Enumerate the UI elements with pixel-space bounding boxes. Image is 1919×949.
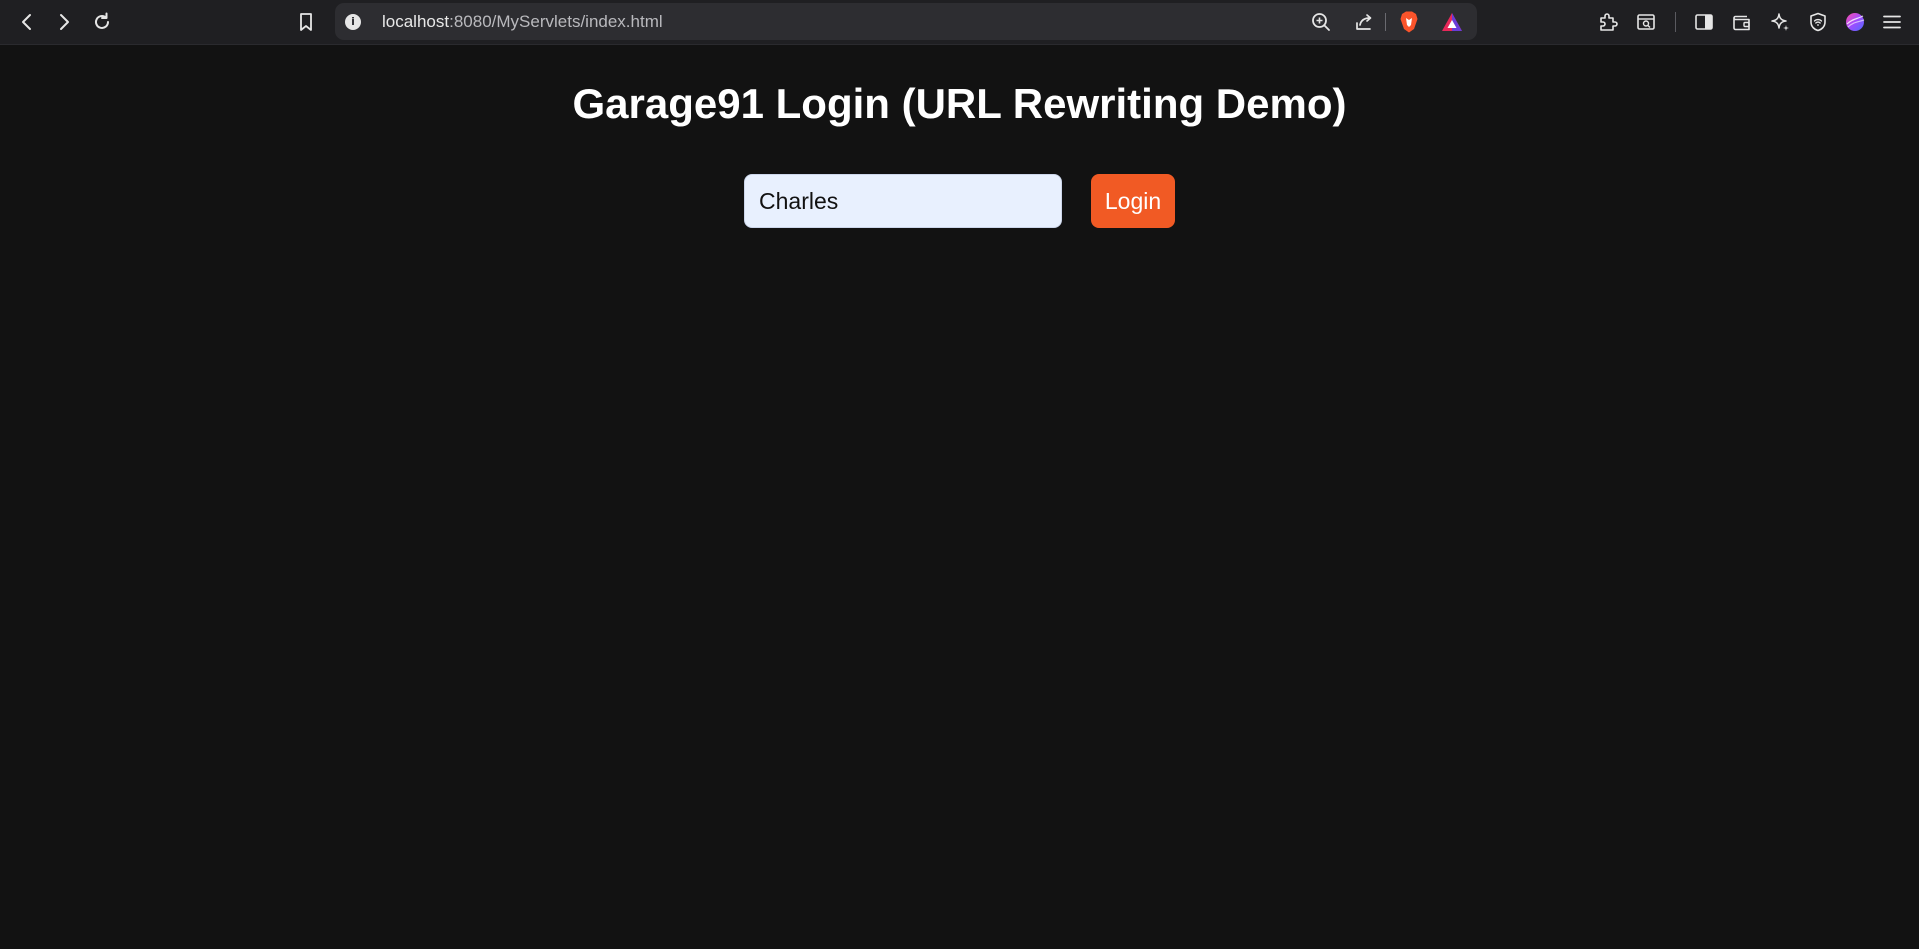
address-bar[interactable]: i localhost:8080/MyServlets/index.html [335, 3, 1477, 40]
profile-icon[interactable] [1839, 6, 1871, 38]
menu-icon[interactable] [1876, 6, 1908, 38]
url-path: :8080/MyServlets/index.html [449, 12, 663, 31]
page-title: Garage91 Login (URL Rewriting Demo) [572, 80, 1347, 127]
url-text[interactable]: localhost:8080/MyServlets/index.html [382, 12, 663, 32]
info-icon[interactable]: i [345, 14, 361, 30]
screenshot-icon[interactable] [1630, 6, 1662, 38]
url-host: localhost [382, 12, 450, 31]
address-divider [1385, 13, 1386, 31]
zoom-icon[interactable] [1308, 9, 1334, 35]
brave-shields-icon[interactable] [1396, 9, 1422, 35]
share-icon[interactable] [1351, 9, 1377, 35]
forward-icon[interactable] [48, 6, 80, 38]
brave-rewards-icon[interactable] [1439, 9, 1465, 35]
leo-ai-icon[interactable] [1764, 6, 1796, 38]
reload-icon[interactable] [86, 6, 118, 38]
back-icon[interactable] [11, 6, 43, 38]
toolbar-divider [1675, 12, 1676, 32]
browser-toolbar: i localhost:8080/MyServlets/index.html [0, 0, 1919, 45]
login-button[interactable]: Login [1091, 174, 1175, 228]
extensions-icon[interactable] [1592, 6, 1624, 38]
wallet-icon[interactable] [1726, 6, 1758, 38]
vpn-icon[interactable] [1802, 6, 1834, 38]
username-input[interactable] [744, 174, 1062, 228]
bookmark-icon[interactable] [290, 6, 322, 38]
page-content: Garage91 Login (URL Rewriting Demo) Logi… [0, 45, 1919, 949]
sidebar-icon[interactable] [1688, 6, 1720, 38]
